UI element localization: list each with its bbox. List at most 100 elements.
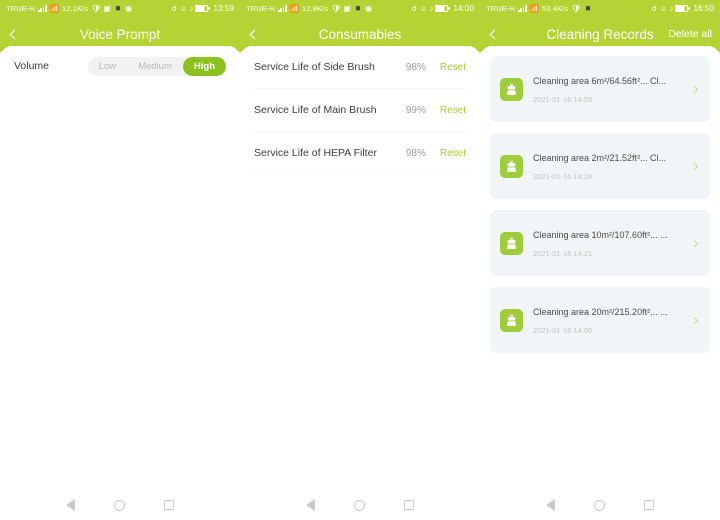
nav-recents-icon[interactable] <box>164 500 175 510</box>
record-title: Cleaning area 2m²/21.52ft²... Cl... <box>533 153 667 163</box>
android-navbar <box>0 490 240 520</box>
circle-icon: ◉ <box>365 3 373 13</box>
chevron-right-icon <box>690 316 699 324</box>
navigation-bars <box>0 490 720 520</box>
reset-button[interactable]: Reset <box>440 62 466 73</box>
vibrate-icon: ♪ <box>189 3 194 13</box>
clock-label: 13:59 <box>213 3 234 13</box>
reset-button[interactable]: Reset <box>440 105 466 116</box>
volume-segmented-control[interactable]: Low Medium High <box>87 56 226 76</box>
carrier-label: TRUE-H <box>246 3 275 13</box>
consumable-row: Service Life of Side Brush 98% Reset <box>254 46 466 89</box>
vibrate-icon: ♪ <box>429 3 434 13</box>
circle-icon: ◉ <box>125 3 133 13</box>
record-card[interactable]: Cleaning area 20m²/215.20ft²... ... 2021… <box>490 287 710 353</box>
camera-icon: ▣ <box>103 3 112 13</box>
network-speed-label: 12.1K/s <box>62 3 89 13</box>
battery-icon <box>195 4 210 12</box>
nav-back-icon[interactable] <box>65 499 75 511</box>
key-icon: ☌ <box>411 3 418 13</box>
record-card[interactable]: Cleaning area 10m²/107.60ft²... ... 2021… <box>490 210 710 276</box>
camera-icon: ▣ <box>343 3 352 13</box>
record-timestamp: 2021-01-16 14:21 <box>533 249 593 258</box>
record-card[interactable]: Cleaning area 2m²/21.52ft²... Cl... 2021… <box>490 133 710 199</box>
consumable-percent: 98% <box>405 147 426 159</box>
broom-icon <box>500 154 523 178</box>
network-speed-label: 12.8K/s <box>302 3 329 13</box>
chevron-right-icon <box>690 85 699 93</box>
carrier-label: TRUE-H <box>486 3 515 13</box>
signal-icon <box>37 4 47 12</box>
carrier-label: TRUE-H <box>6 3 35 13</box>
volume-setting-row: Volume Low Medium High <box>0 46 240 86</box>
consumable-name: Service Life of HEPA Filter <box>254 147 377 159</box>
signal-icon <box>517 4 527 12</box>
volume-option-low[interactable]: Low <box>88 57 127 76</box>
shield-icon: 🛡 <box>331 3 342 13</box>
records-list: Cleaning area 6m²/64.56ft²... Cl... 2021… <box>480 46 720 353</box>
back-chevron-icon <box>489 29 500 39</box>
signal-icon <box>277 4 287 12</box>
reset-button[interactable]: Reset <box>440 148 466 159</box>
android-navbar <box>480 490 720 520</box>
record-text: Cleaning area 6m²/64.56ft²... Cl... 2021… <box>533 71 686 107</box>
broom-icon <box>500 231 523 255</box>
panel-consumables: TRUE-H 📶 12.8K/s 🛡 ▣ ◾ ◉ ☌ ☺ ♪ 14:00 Con… <box>240 0 480 490</box>
content-sheet: Volume Low Medium High <box>0 46 240 490</box>
delete-all-button[interactable]: Delete all <box>668 28 712 40</box>
nav-recents-icon[interactable] <box>644 500 655 510</box>
dnd-icon: ◾ <box>583 3 594 13</box>
content-sheet: Service Life of Side Brush 98% Reset Ser… <box>240 46 480 490</box>
status-bar: TRUE-H 📶 12.8K/s 🛡 ▣ ◾ ◉ ☌ ☺ ♪ 14:00 <box>240 0 480 16</box>
dnd-icon: ◾ <box>353 3 364 13</box>
status-bar: TRUE-H 📶 53.4K/s 🛡 ◾ ☌ ☺ ♪ 16:50 <box>480 0 720 16</box>
shield-icon: 🛡 <box>571 3 582 13</box>
consumable-row: Service Life of Main Brush 99% Reset <box>254 89 466 132</box>
back-button[interactable] <box>8 22 28 46</box>
nav-home-icon[interactable] <box>353 499 365 511</box>
record-title: Cleaning area 6m²/64.56ft²... Cl... <box>533 76 667 86</box>
record-card[interactable]: Cleaning area 6m²/64.56ft²... Cl... 2021… <box>490 56 710 122</box>
bluetooth-icon: ☺ <box>659 3 668 13</box>
clock-label: 14:00 <box>453 3 474 13</box>
broom-icon <box>500 77 523 101</box>
battery-icon <box>435 4 450 12</box>
nav-home-icon[interactable] <box>113 499 125 511</box>
battery-icon <box>675 4 690 12</box>
back-button[interactable] <box>248 22 268 46</box>
volume-option-medium[interactable]: Medium <box>127 57 183 76</box>
nav-home-icon[interactable] <box>593 499 605 511</box>
wifi-icon: 📶 <box>288 3 299 13</box>
record-timestamp: 2021-01-16 14:24 <box>533 172 593 181</box>
consumable-row: Service Life of HEPA Filter 98% Reset <box>254 132 466 175</box>
consumable-name: Service Life of Main Brush <box>254 104 377 116</box>
back-button[interactable] <box>488 22 508 46</box>
key-icon: ☌ <box>171 3 178 13</box>
nav-recents-icon[interactable] <box>404 500 415 510</box>
bluetooth-icon: ☺ <box>179 3 188 13</box>
chevron-right-icon <box>690 239 699 247</box>
page-title: Voice Prompt <box>79 26 161 42</box>
nav-back-icon[interactable] <box>305 499 315 511</box>
record-text: Cleaning area 2m²/21.52ft²... Cl... 2021… <box>533 148 686 184</box>
wifi-icon: 📶 <box>528 3 539 13</box>
consumables-list: Service Life of Side Brush 98% Reset Ser… <box>240 46 480 175</box>
nav-back-icon[interactable] <box>545 499 555 511</box>
consumable-percent: 99% <box>405 104 426 116</box>
screens-container: TRUE-H 📶 12.1K/s 🛡 ▣ ◾ ◉ ☌ ☺ ♪ 13:59 Voi… <box>0 0 720 490</box>
back-chevron-icon <box>249 29 260 39</box>
shield-icon: 🛡 <box>91 3 102 13</box>
vibrate-icon: ♪ <box>669 3 674 13</box>
volume-label: Volume <box>14 60 50 72</box>
volume-option-high[interactable]: High <box>182 56 226 76</box>
bluetooth-icon: ☺ <box>419 3 428 13</box>
broom-icon <box>500 308 523 332</box>
record-title: Cleaning area 20m²/215.20ft²... ... <box>533 307 668 317</box>
page-title: Consumables <box>318 26 402 42</box>
key-icon: ☌ <box>651 3 658 13</box>
record-text: Cleaning area 10m²/107.60ft²... ... 2021… <box>533 225 686 261</box>
chevron-right-icon <box>690 162 699 170</box>
record-timestamp: 2021-01-16 14:59 <box>533 95 593 104</box>
consumable-percent: 98% <box>405 61 426 73</box>
content-sheet: Cleaning area 6m²/64.56ft²... Cl... 2021… <box>480 46 720 490</box>
